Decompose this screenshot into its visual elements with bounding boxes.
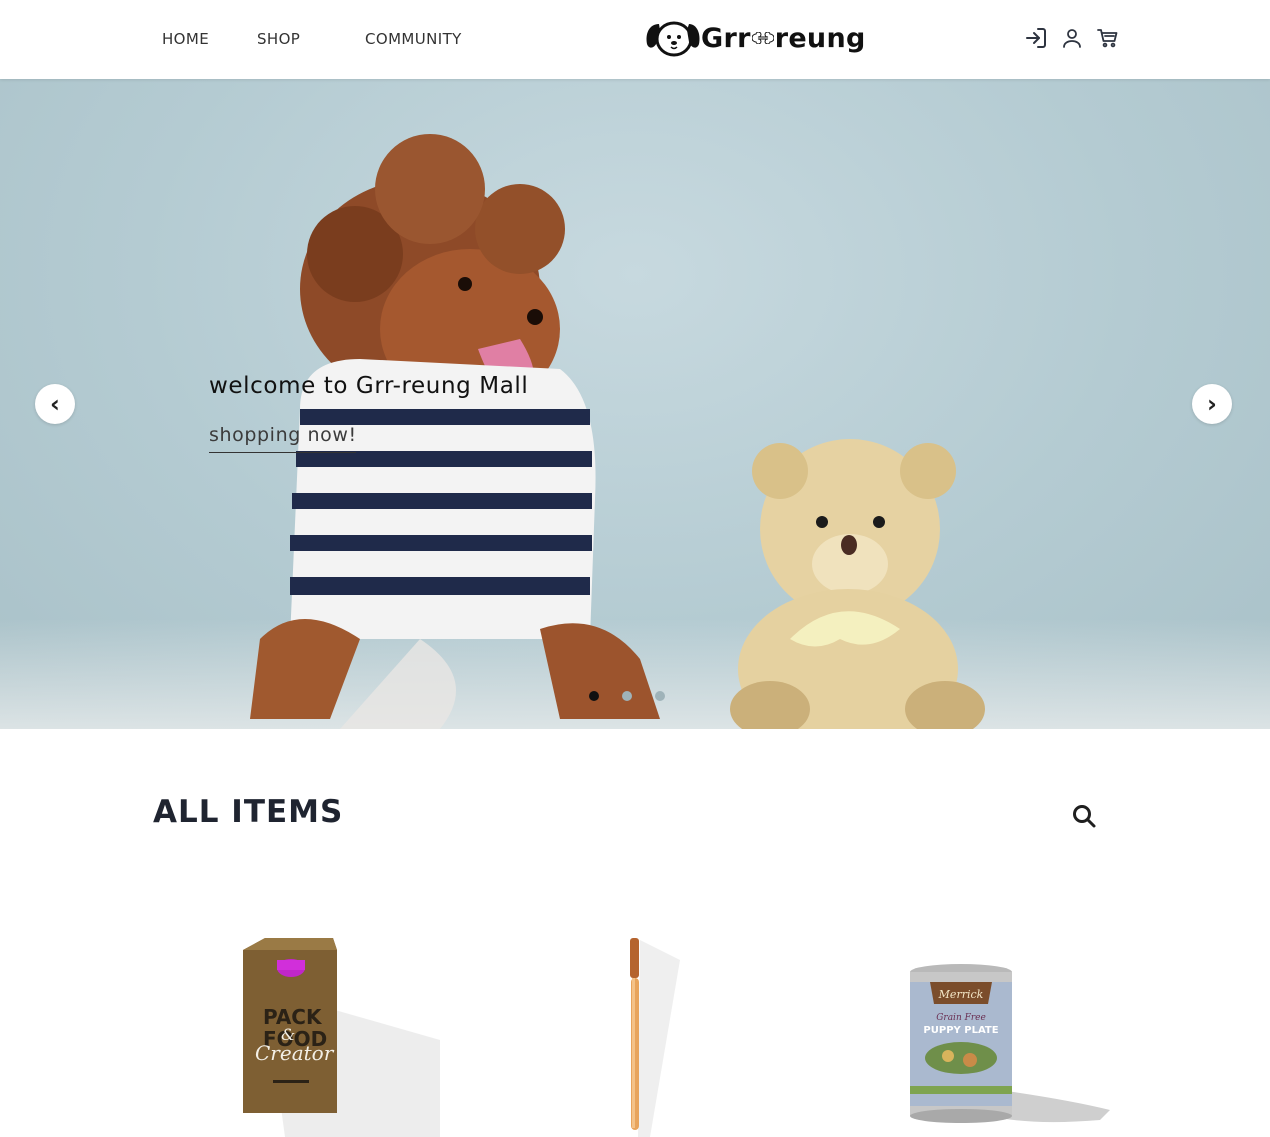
hero-title: welcome to Grr-reung Mall (209, 373, 529, 399)
logo-wordmark: Grr reung (701, 23, 866, 54)
can-brand: Merrick (938, 988, 984, 1001)
can-title: PUPPY PLATE (923, 1025, 998, 1036)
shopping-now-link[interactable]: shopping now! (209, 424, 356, 453)
nav-shop-link[interactable]: SHOP (257, 30, 300, 48)
chevron-right-icon: › (1207, 390, 1217, 418)
carousel-prev-button[interactable]: ‹ (35, 384, 75, 424)
cart-icon[interactable] (1096, 26, 1120, 50)
carousel-dot-3[interactable] (655, 691, 665, 701)
user-icon[interactable] (1060, 26, 1084, 50)
login-icon[interactable] (1024, 26, 1048, 50)
hero-image-dog-and-teddy (250, 134, 985, 729)
logo-text-right: reung (774, 22, 866, 54)
nav-home-link[interactable]: HOME (162, 30, 209, 48)
carousel-dot-2[interactable] (622, 691, 632, 701)
carousel-indicators (589, 691, 669, 703)
product-image-toothbrush (630, 938, 680, 1137)
site-header: HOME SHOP COMMUNITY Grr reung (0, 0, 1270, 79)
search-icon[interactable] (1071, 803, 1097, 829)
logo-text-left: Grr (701, 22, 751, 54)
dog-logo-icon (646, 21, 700, 57)
teddy-bear-illustration (730, 439, 985, 729)
site-logo[interactable]: Grr reung (645, 18, 866, 58)
product-card-pack-food[interactable]: PACK FOOD & Creator (225, 920, 440, 1137)
chevron-left-icon: ‹ (50, 390, 60, 418)
product-card-toothbrush[interactable] (580, 920, 700, 1137)
pack-text-4: Creator (255, 1041, 335, 1065)
carousel-next-button[interactable]: › (1192, 384, 1232, 424)
nav-community-link[interactable]: COMMUNITY (365, 30, 462, 48)
product-image-pack-food: PACK FOOD & Creator (243, 938, 440, 1137)
bone-icon (751, 32, 774, 44)
carousel-dot-1[interactable] (589, 691, 599, 701)
product-card-dog-food-can[interactable]: Merrick Grain Free PUPPY PLATE (890, 920, 1115, 1137)
product-image-dog-food-can: Merrick Grain Free PUPPY PLATE (910, 964, 1110, 1123)
section-title-all-items: ALL ITEMS (153, 794, 344, 830)
hero-carousel: welcome to Grr-reung Mall shopping now! … (0, 79, 1270, 729)
can-subtitle: Grain Free (936, 1013, 986, 1023)
